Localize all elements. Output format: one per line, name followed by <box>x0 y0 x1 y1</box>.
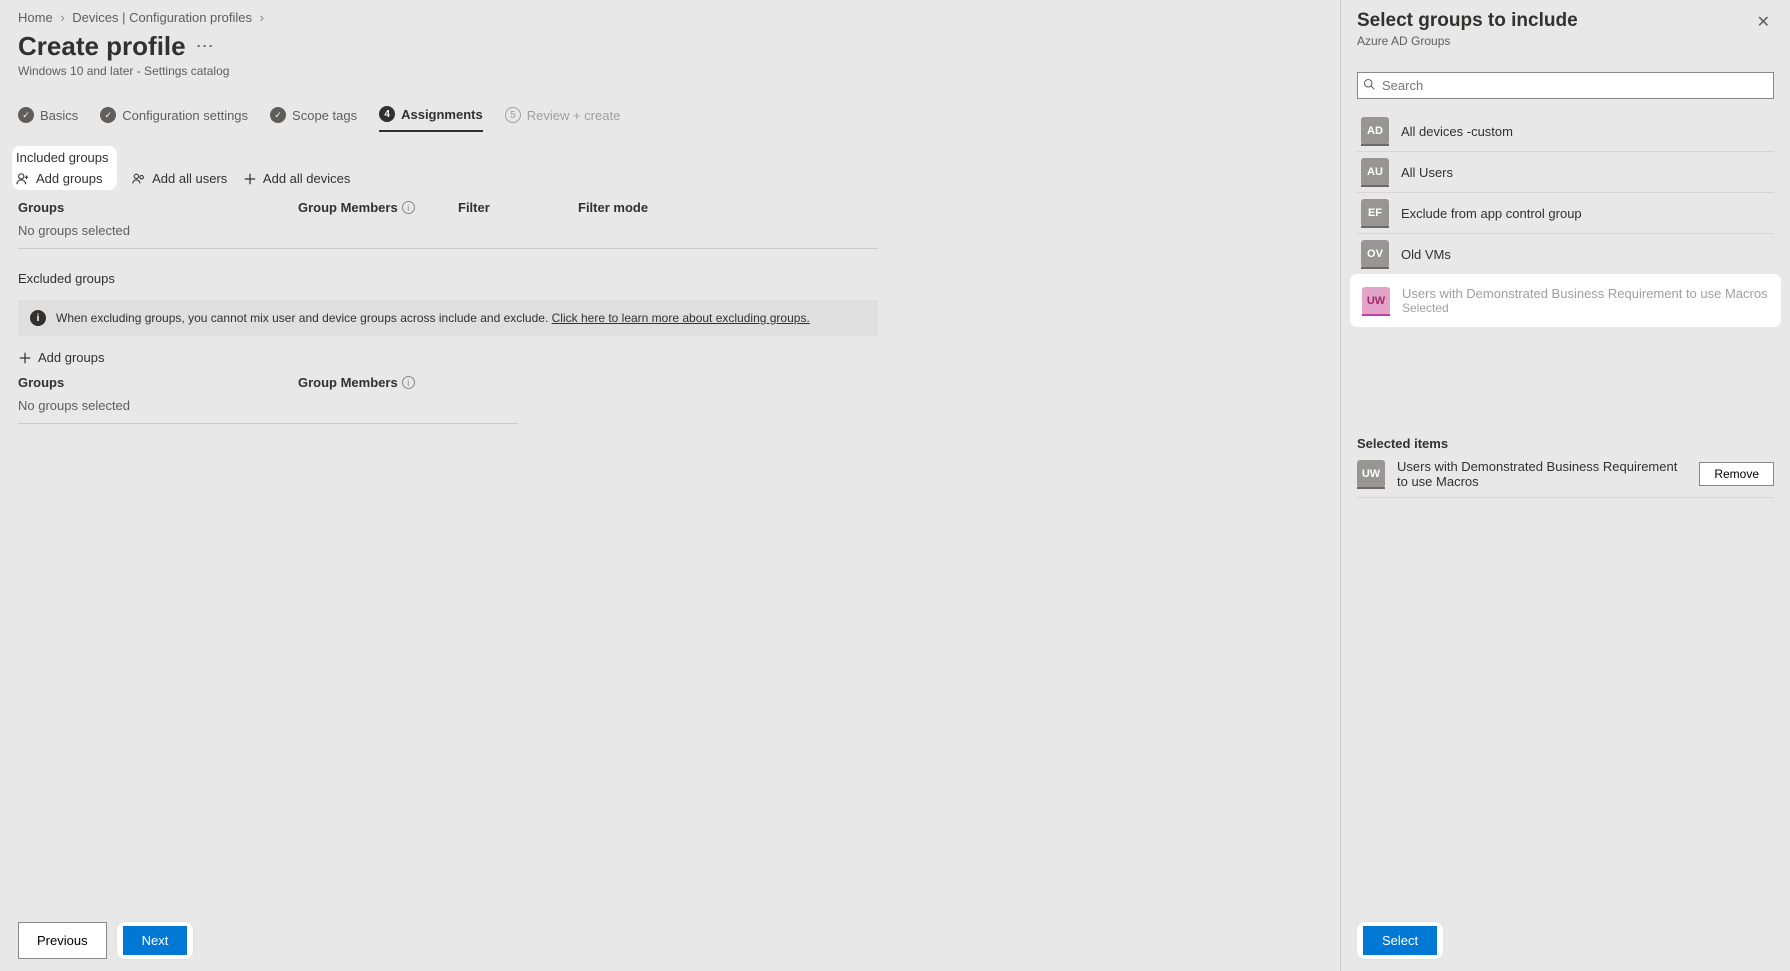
search-icon <box>1363 78 1375 93</box>
more-icon[interactable]: ⋯ <box>196 36 214 57</box>
group-name: All devices -custom <box>1401 124 1513 139</box>
group-status: Selected <box>1402 301 1768 315</box>
group-name: Exclude from app control group <box>1401 206 1582 221</box>
included-groups-heading: Included groups <box>16 150 109 165</box>
avatar: AU <box>1361 158 1389 186</box>
table-row-empty: No groups selected <box>18 215 878 249</box>
excluded-groups-heading: Excluded groups <box>18 271 1322 286</box>
group-name: All Users <box>1401 165 1453 180</box>
next-button[interactable]: Next <box>123 926 188 955</box>
check-icon <box>100 107 116 123</box>
avatar: UW <box>1357 460 1385 488</box>
group-item[interactable]: EF Exclude from app control group <box>1357 193 1774 234</box>
plus-icon <box>243 172 257 186</box>
group-item[interactable]: AU All Users <box>1357 152 1774 193</box>
selected-item: UW Users with Demonstrated Business Requi… <box>1357 451 1774 498</box>
breadcrumb-devices[interactable]: Devices | Configuration profiles <box>72 10 252 25</box>
group-name: Users with Demonstrated Business Require… <box>1402 286 1768 301</box>
search-input[interactable] <box>1357 72 1774 99</box>
avatar: OV <box>1361 240 1389 268</box>
panel-title: Select groups to include <box>1357 10 1578 32</box>
add-all-users-button[interactable]: Add all users <box>132 171 227 186</box>
excluding-groups-link[interactable]: Click here to learn more about excluding… <box>552 311 810 325</box>
add-groups-button[interactable]: Add groups <box>16 171 103 186</box>
wizard-step-basics[interactable]: Basics <box>18 106 78 132</box>
group-item[interactable]: UW Users with Demonstrated Business Requi… <box>1353 277 1778 324</box>
avatar: AD <box>1361 117 1389 145</box>
wizard-step-scope[interactable]: Scope tags <box>270 106 357 132</box>
selected-items-heading: Selected items <box>1357 436 1774 451</box>
add-all-devices-button[interactable]: Add all devices <box>243 171 350 186</box>
add-excluded-groups-button[interactable]: Add groups <box>18 350 105 365</box>
col-filtermode: Filter mode <box>578 200 718 215</box>
remove-button[interactable]: Remove <box>1699 462 1774 486</box>
wizard-step-assignments[interactable]: 4 Assignments <box>379 106 483 132</box>
plus-icon <box>18 351 32 365</box>
group-name: Old VMs <box>1401 247 1451 262</box>
wizard-step-review: 5 Review + create <box>505 106 621 132</box>
chevron-right-icon: › <box>60 10 64 25</box>
col-groups: Groups <box>18 375 298 390</box>
group-item[interactable]: OV Old VMs <box>1357 234 1774 275</box>
col-members: Group Membersi <box>298 375 458 390</box>
avatar: EF <box>1361 199 1389 227</box>
close-icon[interactable]: ✕ <box>1753 10 1774 34</box>
step-number-icon: 4 <box>379 106 395 122</box>
breadcrumb-home[interactable]: Home <box>18 10 53 25</box>
col-filter: Filter <box>458 200 578 215</box>
info-icon[interactable]: i <box>402 201 415 214</box>
avatar: UW <box>1362 287 1390 315</box>
info-bar: i When excluding groups, you cannot mix … <box>18 300 878 336</box>
people-icon <box>132 172 146 186</box>
check-icon <box>18 107 34 123</box>
chevron-right-icon: › <box>260 10 264 25</box>
breadcrumb: Home › Devices | Configuration profiles … <box>18 10 1322 25</box>
person-add-icon <box>16 172 30 186</box>
info-icon[interactable]: i <box>402 376 415 389</box>
info-icon: i <box>30 310 46 326</box>
col-groups: Groups <box>18 200 298 215</box>
panel-subtitle: Azure AD Groups <box>1357 34 1578 48</box>
page-title: Create profile <box>18 31 186 62</box>
page-subtitle: Windows 10 and later - Settings catalog <box>18 64 1322 78</box>
step-number-icon: 5 <box>505 107 521 123</box>
previous-button[interactable]: Previous <box>18 922 107 959</box>
wizard-step-config[interactable]: Configuration settings <box>100 106 248 132</box>
group-item[interactable]: AD All devices -custom <box>1357 111 1774 152</box>
check-icon <box>270 107 286 123</box>
table-row-empty: No groups selected <box>18 390 518 424</box>
selected-item-name: Users with Demonstrated Business Require… <box>1397 459 1687 489</box>
select-button[interactable]: Select <box>1363 926 1437 955</box>
col-members: Group Membersi <box>298 200 458 215</box>
